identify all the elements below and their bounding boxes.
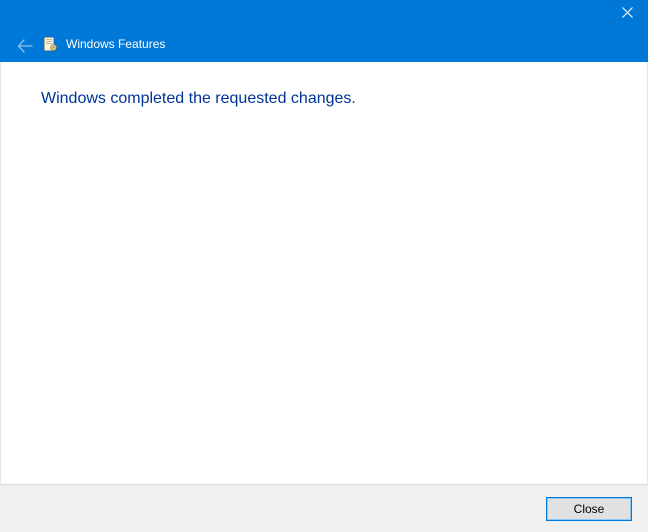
content-area: Windows completed the requested changes. xyxy=(0,62,648,484)
title-wrap: Windows Features xyxy=(42,36,165,52)
close-button[interactable]: Close xyxy=(546,497,632,521)
window-close-button[interactable] xyxy=(606,0,648,28)
titlebar: Windows Features xyxy=(0,0,648,62)
close-icon xyxy=(622,5,633,23)
status-message: Windows completed the requested changes. xyxy=(41,90,607,108)
back-button xyxy=(15,38,35,58)
back-arrow-icon xyxy=(17,38,33,59)
window-title: Windows Features xyxy=(66,37,165,51)
windows-features-icon xyxy=(42,36,58,52)
footer: Close xyxy=(0,484,648,532)
